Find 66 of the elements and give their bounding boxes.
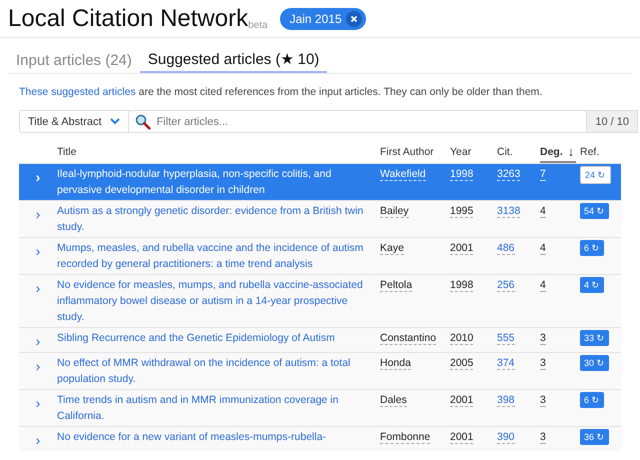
- year-cell: 1998: [450, 168, 474, 181]
- degree-cell: 3: [540, 394, 546, 407]
- intro-text: These suggested articles are the most cited references from the input articles. They can only be older than them.: [19, 86, 544, 98]
- column-header[interactable]: Ref.: [580, 141, 600, 161]
- year-cell: 2010: [450, 332, 474, 345]
- filter-chip[interactable]: Jain 2015: [280, 8, 366, 30]
- year-cell: 2005: [450, 357, 474, 370]
- degree-cell: 3: [540, 431, 546, 444]
- author-cell: Dales: [380, 394, 407, 407]
- author-cell: Bailey: [380, 205, 409, 218]
- author-cell: Fombonne: [380, 431, 430, 444]
- author-cell: Honda: [380, 357, 411, 370]
- degree-cell: 3: [540, 357, 546, 370]
- degree-cell: 4: [540, 242, 546, 255]
- filter-field[interactable]: Filter articles...: [128, 110, 588, 133]
- citations-cell: 390: [497, 431, 515, 444]
- citations-cell: 398: [497, 394, 515, 407]
- author-cell: Constantino: [380, 332, 436, 345]
- degree-cell: 4: [540, 279, 546, 292]
- expand-button[interactable]: ›: [32, 205, 44, 223]
- degree-cell: 7: [540, 168, 546, 181]
- references-button[interactable]: 30 ↻: [580, 355, 609, 371]
- sort-arrow: ↓: [568, 144, 574, 158]
- references-button[interactable]: 4 ↻: [580, 277, 604, 293]
- search-icon: [134, 114, 151, 130]
- expand-button[interactable]: ›: [32, 357, 44, 375]
- expand-button[interactable]: ›: [32, 168, 44, 186]
- expand-button[interactable]: ›: [32, 242, 44, 260]
- caret-icon: [110, 118, 120, 125]
- tab[interactable]: Suggested articles (★ 10): [140, 48, 328, 73]
- column-header[interactable]: Cit.: [497, 141, 513, 161]
- citations-cell: 3263: [497, 168, 520, 181]
- references-button[interactable]: 33 ↻: [580, 330, 609, 346]
- references-button[interactable]: 6 ↻: [580, 240, 604, 256]
- suggested-articles-link[interactable]: These suggested articles: [19, 86, 136, 98]
- author-cell: Peltola: [380, 279, 412, 292]
- year-cell: 2001: [450, 431, 474, 444]
- column-header[interactable]: Deg.: [540, 141, 563, 161]
- author-cell: Kaye: [380, 242, 404, 255]
- citations-cell: 486: [497, 242, 515, 255]
- beta-label: beta: [248, 20, 268, 31]
- year-cell: 1998: [450, 279, 474, 292]
- close-icon[interactable]: [346, 10, 362, 26]
- field-dropdown[interactable]: Title & Abstract: [19, 110, 129, 133]
- citations-cell: 374: [497, 357, 515, 370]
- citations-cell: 3138: [497, 205, 520, 218]
- expand-button[interactable]: ›: [32, 279, 44, 297]
- year-cell: 2001: [450, 242, 474, 255]
- year-cell: 2001: [450, 394, 474, 407]
- column-header[interactable]: Year: [450, 141, 472, 161]
- references-button[interactable]: 36 ↻: [580, 429, 609, 445]
- references-button[interactable]: 54 ↻: [580, 203, 609, 219]
- references-button[interactable]: 6 ↻: [580, 392, 604, 408]
- app-title: Local Citation Network: [8, 4, 248, 32]
- citations-cell: 256: [497, 279, 515, 292]
- citations-cell: 555: [497, 332, 515, 345]
- author-cell: Wakefield: [380, 168, 426, 181]
- references-button[interactable]: 24 ↻: [580, 166, 611, 184]
- result-count: 10 / 10: [587, 110, 638, 133]
- column-header[interactable]: First Author: [380, 141, 434, 161]
- expand-button[interactable]: ›: [32, 394, 44, 412]
- year-cell: 1995: [450, 205, 474, 218]
- column-header[interactable]: Title: [57, 141, 76, 161]
- degree-cell: 3: [540, 332, 546, 345]
- tab[interactable]: Input articles (24): [8, 48, 140, 73]
- degree-cell: 4: [540, 205, 546, 218]
